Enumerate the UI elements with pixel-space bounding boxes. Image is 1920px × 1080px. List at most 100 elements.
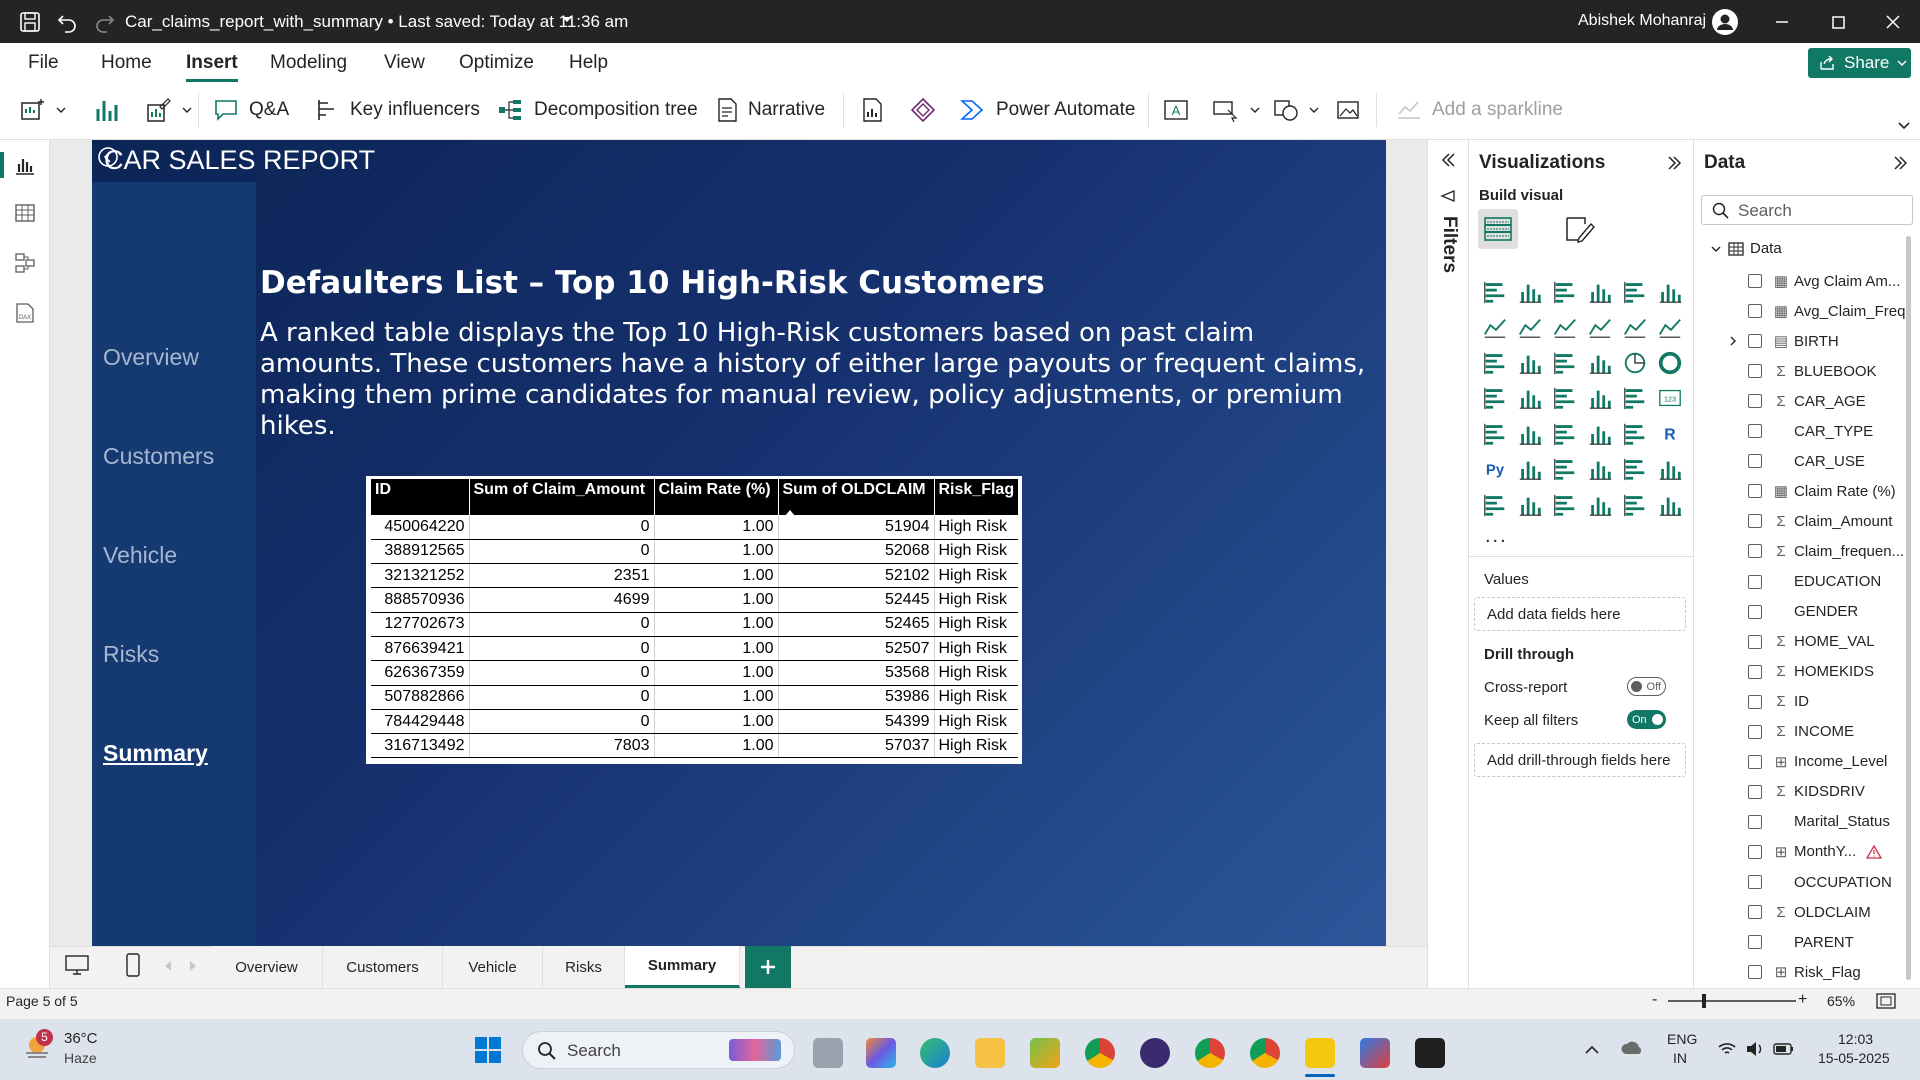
battery-icon[interactable] [1773,1041,1795,1057]
data-table-node[interactable]: Data [1710,240,1782,257]
report-nav-summary[interactable]: Summary [103,740,208,767]
table-row[interactable]: 316713492 7803 1.00 57037 High Risk [371,733,1019,759]
viz-type-stacked-column-chart[interactable] [1516,278,1544,305]
share-button[interactable]: Share [1808,48,1911,78]
zoom-slider-thumb[interactable] [1702,994,1706,1008]
data-search-box[interactable]: Search [1701,195,1913,225]
menu-insert[interactable]: Insert [186,52,238,82]
menu-view[interactable]: View [384,52,425,74]
more-visuals-ellipsis[interactable]: ... [1485,525,1508,548]
field-checkbox[interactable] [1748,574,1762,589]
add-sparkline-button[interactable]: Add a sparkline [1396,95,1563,125]
viz-type-stacked-area-chart[interactable] [1551,314,1579,341]
image-button[interactable] [1336,95,1362,125]
field-checkbox[interactable] [1748,844,1762,859]
viz-type-funnel-chart[interactable] [1551,349,1579,376]
column-header-claim-amount[interactable]: Sum of Claim_Amount [469,479,655,515]
document-title[interactable]: Car_claims_report_with_summary • Last sa… [125,12,628,32]
chevron-down-icon[interactable] [560,13,574,27]
viz-type-narrative[interactable] [1621,456,1649,483]
field-item[interactable]: PARENT [1748,931,1854,953]
viz-type-r-visual[interactable]: R [1656,420,1684,447]
mobile-layout-icon[interactable] [124,952,142,978]
dax-query-view-icon[interactable]: DAX [14,302,36,324]
close-icon[interactable] [1881,10,1905,34]
menu-modeling[interactable]: Modeling [270,52,347,74]
report-nav-customers[interactable]: Customers [103,443,214,470]
field-checkbox[interactable] [1748,334,1762,349]
field-item[interactable]: Σ Claim_Amount [1748,510,1892,532]
power-apps-button[interactable] [910,95,936,125]
narrative-button[interactable]: Narrative [716,95,825,125]
viz-type-custom-visual-c[interactable] [1656,491,1684,518]
vpn-app-icon[interactable] [1140,1038,1170,1068]
viz-type-filled-map[interactable] [1551,385,1579,412]
key-influencers-button[interactable]: Key influencers [316,95,480,125]
viz-type-table[interactable] [1586,420,1614,447]
table-row[interactable]: 507882866 0 1.00 53986 High Risk [371,685,1019,710]
next-page-arrow-icon[interactable] [188,960,198,972]
page-tab-risks[interactable]: Risks [543,946,625,988]
format-visual-tab[interactable] [1563,212,1597,246]
field-item[interactable]: ▦ Claim Rate (%) [1748,480,1896,502]
viz-type-line-and-stacked-column-chart[interactable] [1621,314,1649,341]
field-item[interactable]: Σ HOME_VAL [1748,631,1875,653]
paginated-report-button[interactable] [861,95,883,125]
viz-type-stacked-bar-chart[interactable] [1481,278,1509,305]
power-bi-icon[interactable] [1305,1038,1335,1068]
viz-type-azure-map[interactable] [1586,385,1614,412]
expand-left-icon[interactable] [1440,152,1456,168]
build-visual-tab[interactable] [1478,209,1518,249]
decomposition-tree-button[interactable]: Decomposition tree [498,95,698,125]
power-automate-button[interactable]: Power Automate [960,95,1135,125]
buttons-button[interactable] [1212,95,1260,125]
shapes-button[interactable] [1273,95,1319,125]
viz-type-decomposition-tree[interactable] [1551,456,1579,483]
zoom-in-button[interactable]: + [1798,991,1807,1009]
page-tab-customers[interactable]: Customers [323,946,443,988]
viz-type-line-and-clustered-column-chart[interactable] [1656,314,1684,341]
menu-help[interactable]: Help [569,52,608,74]
viz-type-100-stacked-bar-chart[interactable] [1621,278,1649,305]
user-name[interactable]: Abishek Mohanraj [1578,12,1706,30]
viz-type-scatter-chart[interactable] [1586,349,1614,376]
table-row[interactable]: 321321252 2351 1.00 52102 High Risk [371,563,1019,589]
viz-type-slicer[interactable] [1551,420,1579,447]
report-nav-overview[interactable]: Overview [103,344,199,371]
report-nav-risks[interactable]: Risks [103,641,159,668]
field-checkbox[interactable] [1748,965,1762,980]
keep-all-filters-toggle[interactable]: On [1627,710,1666,729]
viz-type-card[interactable]: 123 [1656,385,1684,412]
clock-date[interactable]: 15-05-2025 [1818,1050,1890,1066]
field-checkbox[interactable] [1748,935,1762,950]
snipping-tool-icon[interactable] [1030,1038,1060,1068]
field-checkbox[interactable] [1748,724,1762,739]
wifi-icon[interactable] [1717,1041,1737,1057]
onedrive-cloud-icon[interactable] [1620,1039,1644,1057]
copilot-icon[interactable] [866,1038,896,1068]
chevron-right-icon[interactable] [1728,335,1738,347]
table-row[interactable]: 626367359 0 1.00 53568 High Risk [371,660,1019,686]
show-hidden-icons-chevron-icon[interactable] [1584,1043,1600,1055]
chrome-profile-3-icon[interactable] [1250,1038,1280,1068]
terminal-icon[interactable] [1415,1038,1445,1068]
avatar[interactable] [1712,9,1738,35]
field-item[interactable]: GENDER [1748,601,1858,623]
viz-type-key-influencers[interactable] [1516,456,1544,483]
viz-type-goals[interactable] [1656,456,1684,483]
field-checkbox[interactable] [1748,514,1762,529]
desktop-layout-icon[interactable] [64,954,90,976]
file-explorer-icon[interactable] [975,1038,1005,1068]
zoom-out-button[interactable]: - [1652,991,1657,1009]
field-checkbox[interactable] [1748,754,1762,769]
drill-through-well[interactable]: Add drill-through fields here [1474,743,1686,777]
filters-label[interactable]: Filters [1438,216,1460,273]
field-item[interactable]: Σ ID [1748,691,1809,713]
menu-optimize[interactable]: Optimize [459,52,534,74]
values-well[interactable]: Add data fields here [1474,597,1686,631]
task-view-icon[interactable] [813,1038,843,1068]
viz-type-treemap[interactable] [1481,385,1509,412]
field-item[interactable]: CAR_USE [1748,450,1865,472]
viz-type-matrix[interactable] [1621,420,1649,447]
field-checkbox[interactable] [1748,544,1762,559]
